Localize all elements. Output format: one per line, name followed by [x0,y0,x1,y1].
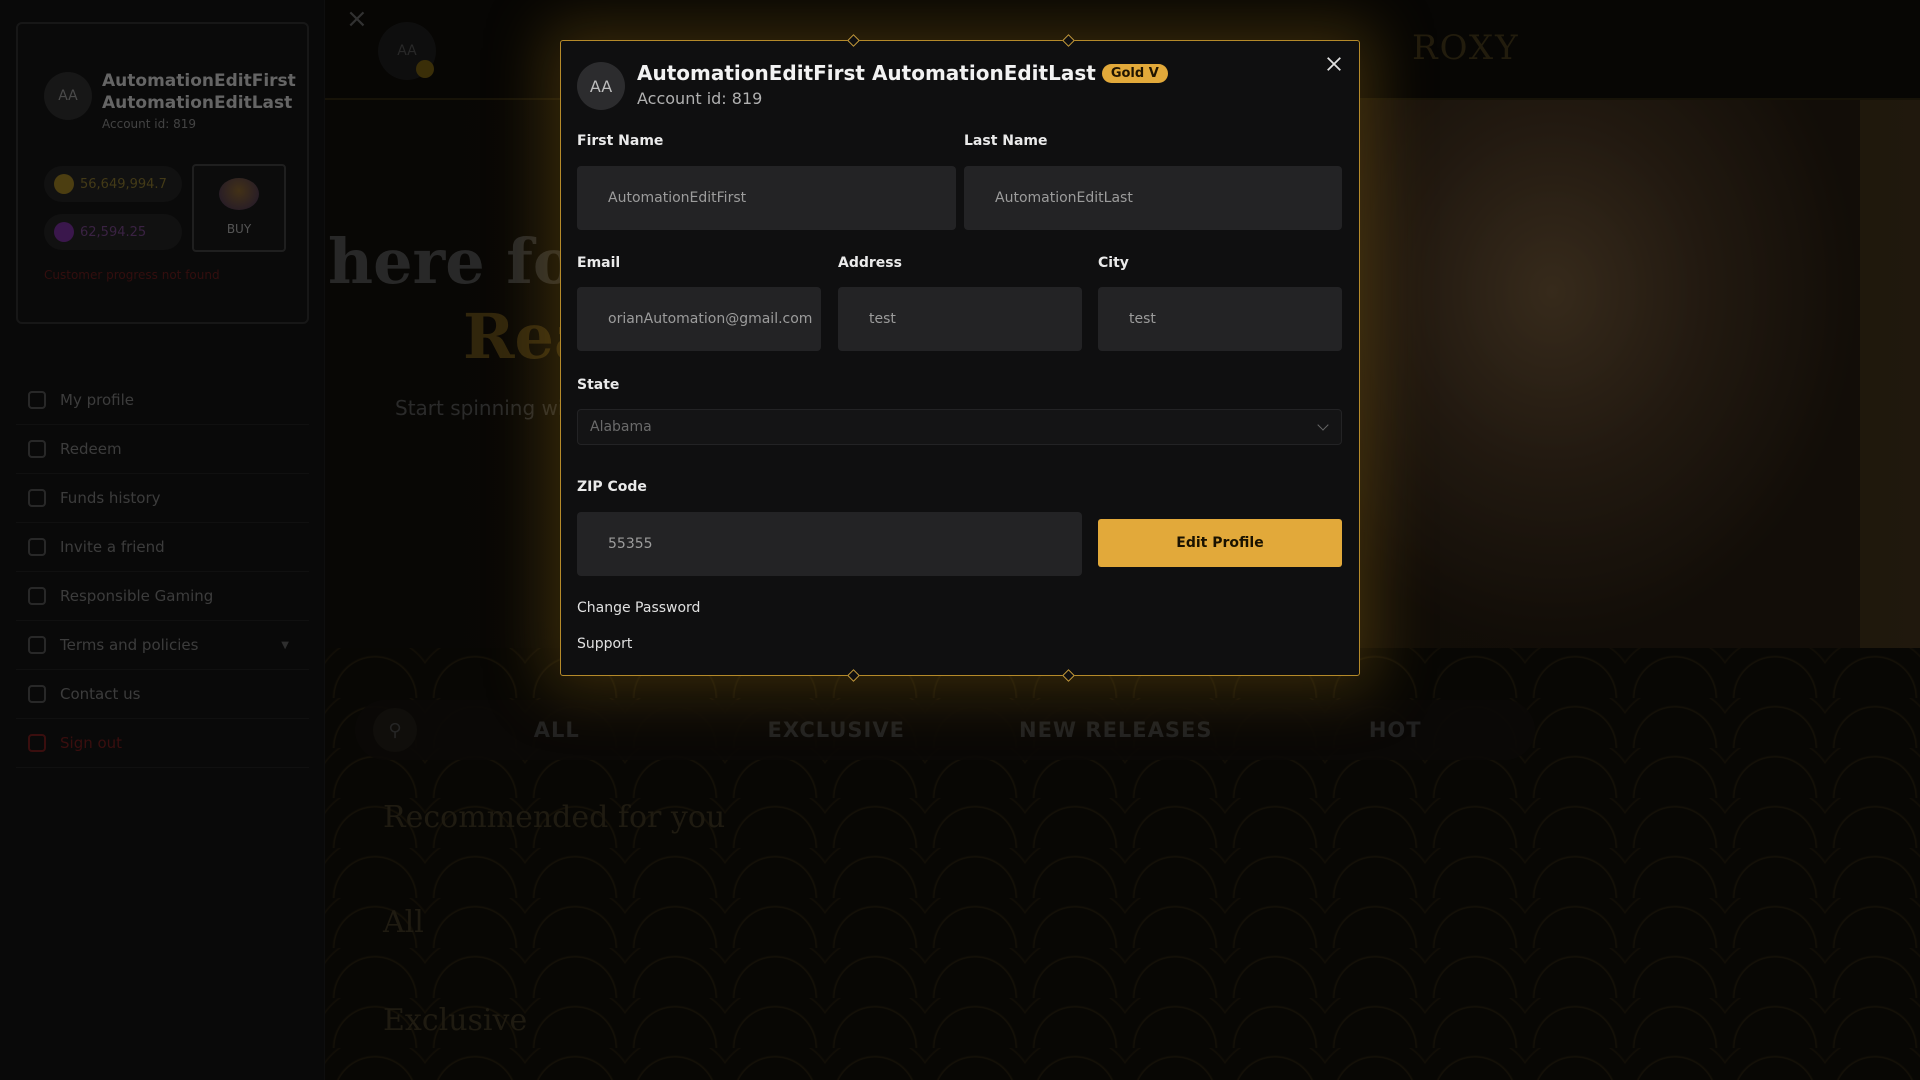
state-selected-value: Alabama [590,419,652,435]
address-label: Address [838,255,902,271]
edit-profile-button[interactable]: Edit Profile [1098,519,1342,567]
address-field[interactable]: test [838,287,1082,351]
last-name-label: Last Name [964,133,1048,149]
state-select[interactable]: Alabama [577,409,1342,445]
edit-profile-modal: AA AutomationEditFirst AutomationEditLas… [560,34,1360,682]
first-name-label: First Name [577,133,664,149]
last-name-field[interactable]: AutomationEditLast [964,166,1342,230]
full-name-text: AutomationEditFirst AutomationEditLast [637,61,1096,85]
chevron-down-icon [1317,419,1329,431]
zip-code-field[interactable]: 55355 [577,512,1082,576]
avatar: AA [577,62,625,110]
email-label: Email [577,255,621,271]
city-field[interactable]: test [1098,287,1342,351]
page: here for Rea Start spinning wit × AA ROX… [0,0,1920,1080]
change-password-link[interactable]: Change Password [577,600,700,616]
first-name-field[interactable]: AutomationEditFirst [577,166,956,230]
close-button[interactable] [1321,51,1347,77]
zip-code-label: ZIP Code [577,479,647,495]
city-label: City [1098,255,1129,271]
close-icon [1327,57,1341,71]
account-id: Account id: 819 [637,89,763,108]
tier-badge: Gold V [1101,63,1168,83]
email-field[interactable]: orianAutomation@gmail.com [577,287,821,351]
profile-full-name: AutomationEditFirst AutomationEditLast G… [637,61,1168,85]
support-link[interactable]: Support [577,636,632,652]
state-label: State [577,377,620,393]
